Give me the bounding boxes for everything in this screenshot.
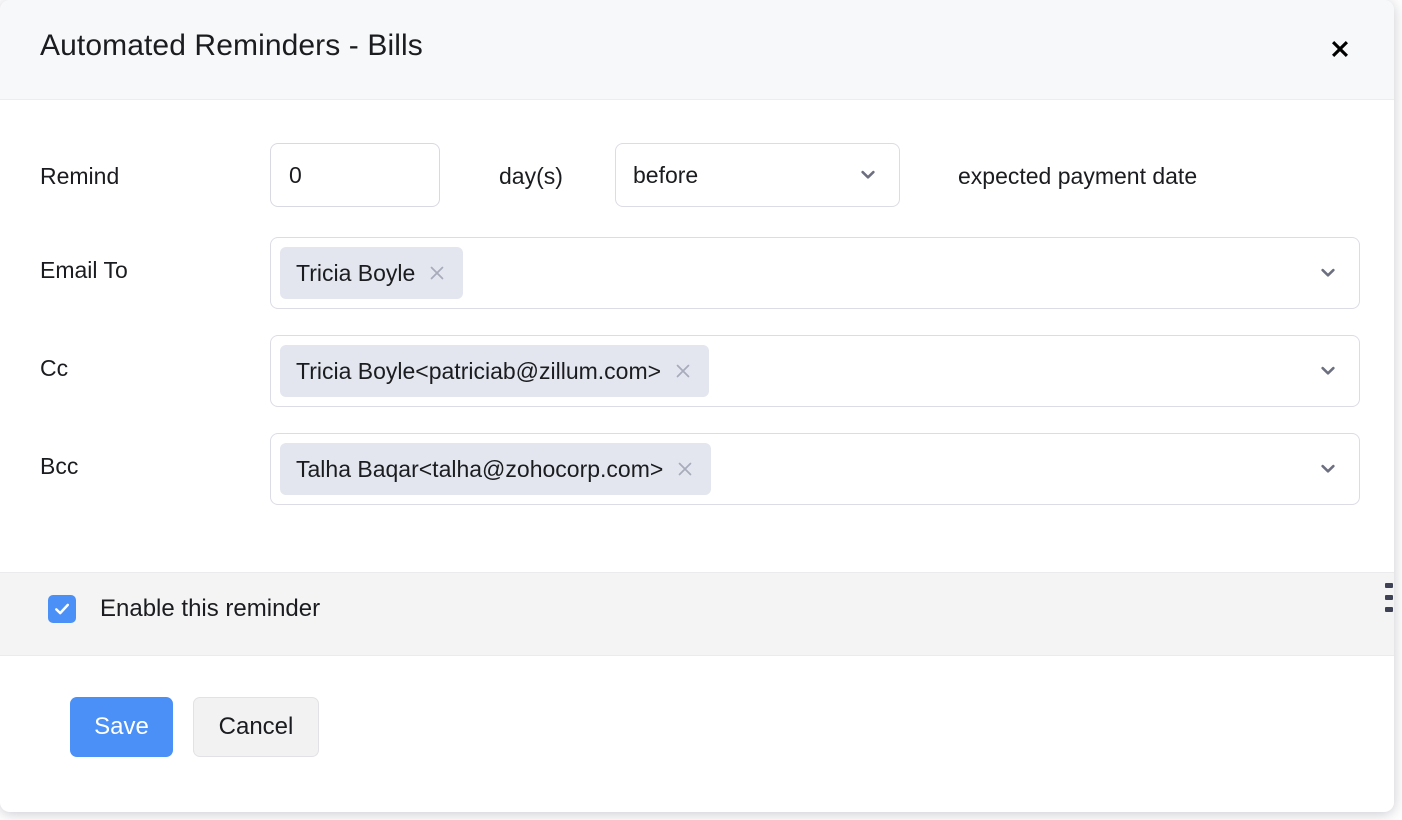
recipient-chip-label: Tricia Boyle<patriciab@zillum.com>	[296, 357, 662, 384]
cancel-button[interactable]: Cancel	[193, 697, 319, 757]
dialog-body: Remind day(s) before expected payment da…	[0, 100, 1394, 572]
scroll-edge-marks	[1385, 583, 1393, 617]
chevron-down-icon	[857, 164, 879, 186]
recipient-chip: Tricia Boyle<patriciab@zillum.com>	[280, 345, 710, 397]
recipient-chip: Talha Baqar<talha@zohocorp.com>	[280, 443, 712, 495]
page-root: Automated Reminders - Bills Remind day(s…	[0, 0, 1402, 820]
enable-reminder-band: Enable this reminder	[0, 572, 1394, 656]
recipient-chip: Tricia Boyle	[280, 247, 464, 299]
dialog-footer: Save Cancel	[0, 656, 1394, 810]
remind-trailing-label: expected payment date	[958, 163, 1198, 189]
automated-reminders-dialog: Automated Reminders - Bills Remind day(s…	[0, 0, 1394, 812]
remind-timing-selected-value: before	[633, 162, 699, 188]
chevron-down-icon[interactable]	[1317, 262, 1339, 284]
close-icon[interactable]	[427, 263, 447, 283]
remind-days-suffix-label: day(s)	[499, 163, 563, 189]
dialog-header: Automated Reminders - Bills	[0, 0, 1394, 100]
remind-label: Remind	[40, 163, 120, 189]
page-title: Automated Reminders - Bills	[40, 29, 423, 62]
bcc-label: Bcc	[40, 453, 79, 479]
recipient-chip-label: Talha Baqar<talha@zohocorp.com>	[296, 455, 664, 482]
enable-reminder-row[interactable]: Enable this reminder	[48, 595, 320, 623]
cc-multiselect[interactable]: Tricia Boyle<patriciab@zillum.com>	[270, 335, 1360, 407]
chevron-down-icon[interactable]	[1317, 458, 1339, 480]
recipient-chip-label: Tricia Boyle	[296, 259, 416, 286]
close-icon[interactable]	[675, 459, 695, 479]
enable-reminder-checkbox[interactable]	[48, 595, 76, 623]
remind-days-input[interactable]	[270, 143, 440, 207]
close-icon	[1327, 36, 1353, 62]
close-button[interactable]	[1318, 27, 1362, 71]
remind-timing-select[interactable]: before	[615, 143, 900, 207]
cc-label: Cc	[40, 355, 69, 381]
email-to-label: Email To	[40, 257, 128, 283]
check-icon	[52, 599, 72, 619]
save-button[interactable]: Save	[70, 697, 173, 757]
email-to-multiselect[interactable]: Tricia Boyle	[270, 237, 1360, 309]
close-icon[interactable]	[673, 361, 693, 381]
bcc-multiselect[interactable]: Talha Baqar<talha@zohocorp.com>	[270, 433, 1360, 505]
enable-reminder-label: Enable this reminder	[100, 595, 321, 622]
chevron-down-icon[interactable]	[1317, 360, 1339, 382]
